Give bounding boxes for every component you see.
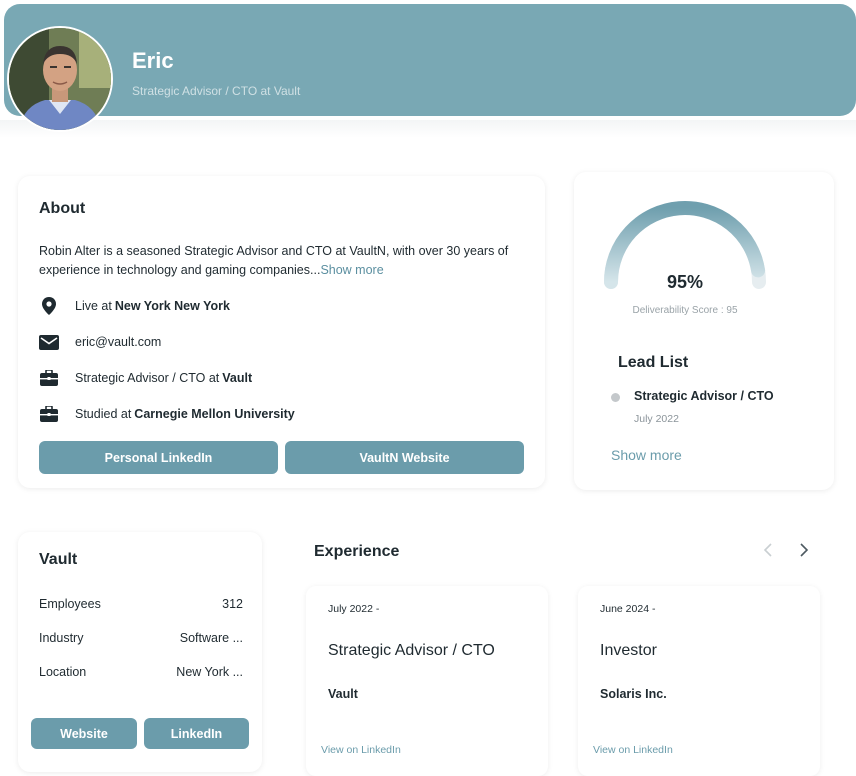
role-row: Strategic Advisor / CTO at Vault (39, 368, 252, 388)
experience-heading: Experience (314, 543, 400, 560)
email-row: eric@vault.com (39, 332, 161, 352)
about-heading: About (39, 200, 86, 217)
lead-item-role[interactable]: Strategic Advisor / CTO (634, 389, 774, 403)
gauge-track (604, 201, 766, 289)
experience-company: Vault (328, 687, 358, 701)
personal-linkedin-button[interactable]: Personal LinkedIn (39, 441, 278, 474)
chevron-right-icon[interactable] (799, 542, 809, 563)
gauge-fill (604, 201, 766, 289)
avatar (7, 26, 113, 132)
location-prefix: Live at (75, 299, 112, 313)
deliverability-gauge: 95% Deliverability Score : 95 (592, 196, 816, 326)
score-card: 95% Deliverability Score : 95 Lead List … (574, 172, 834, 490)
location-row: Live at New York New York (39, 296, 230, 316)
location-pin-icon (39, 296, 59, 316)
lead-item-date: July 2022 (634, 413, 679, 425)
about-bio-text: Robin Alter is a seasoned Strategic Advi… (39, 244, 509, 277)
profile-name: Eric (132, 48, 174, 73)
experience-date: July 2022 - (328, 603, 380, 615)
role-prefix: Strategic Advisor / CTO at (75, 371, 220, 385)
education-prefix: Studied at (75, 407, 132, 421)
company-linkedin-button[interactable]: LinkedIn (144, 718, 249, 749)
education-row: Studied at Carnegie Mellon University (39, 404, 295, 424)
role-company: Vault (222, 371, 253, 385)
briefcase-icon (39, 368, 59, 388)
company-row-label: Location (39, 665, 87, 679)
company-name: Vault (39, 551, 78, 568)
location-value: New York New York (114, 299, 230, 313)
lead-list-heading: Lead List (618, 354, 689, 371)
education-value: Carnegie Mellon University (134, 407, 295, 421)
avatar-photo (9, 28, 111, 130)
chevron-left-icon[interactable] (763, 542, 773, 563)
experience-role: Investor (600, 642, 657, 659)
company-row-value: Software ... (179, 631, 243, 645)
company-row-industry: Industry Software ... (39, 631, 243, 645)
company-row-employees: Employees 312 (39, 597, 243, 611)
company-row-label: Industry (39, 631, 84, 645)
email-value[interactable]: eric@vault.com (75, 335, 161, 349)
bio-show-more-link[interactable]: Show more (320, 263, 383, 277)
company-row-location: Location New York ... (39, 665, 243, 679)
experience-role: Strategic Advisor / CTO (328, 642, 495, 659)
gauge-percent: 95% (666, 272, 704, 292)
about-bio: Robin Alter is a seasoned Strategic Advi… (39, 242, 529, 280)
experience-linkedin-link[interactable]: View on LinkedIn (593, 744, 673, 756)
experience-linkedin-link[interactable]: View on LinkedIn (321, 744, 401, 756)
about-card: About Robin Alter is a seasoned Strategi… (18, 176, 545, 488)
experience-card: June 2024 - Investor Solaris Inc. View o… (578, 586, 820, 776)
experience-card: July 2022 - Strategic Advisor / CTO Vaul… (306, 586, 548, 776)
company-website-button[interactable]: Website (31, 718, 137, 749)
profile-title: Strategic Advisor / CTO at Vault (132, 84, 301, 98)
company-row-label: Employees (39, 597, 101, 611)
experience-company: Solaris Inc. (600, 687, 667, 701)
company-row-value: 312 (222, 597, 243, 611)
mail-icon (39, 332, 59, 352)
lead-list-show-more[interactable]: Show more (611, 447, 682, 463)
briefcase-icon (39, 404, 59, 424)
gauge-caption: Deliverability Score : 95 (632, 305, 738, 316)
vaultn-website-button[interactable]: VaultN Website (285, 441, 524, 474)
company-row-value: New York ... (176, 665, 243, 679)
experience-date: June 2024 - (600, 603, 656, 615)
company-card: Vault Employees 312 Industry Software ..… (18, 532, 262, 772)
header-divider (0, 120, 856, 138)
lead-status-dot (611, 393, 620, 402)
